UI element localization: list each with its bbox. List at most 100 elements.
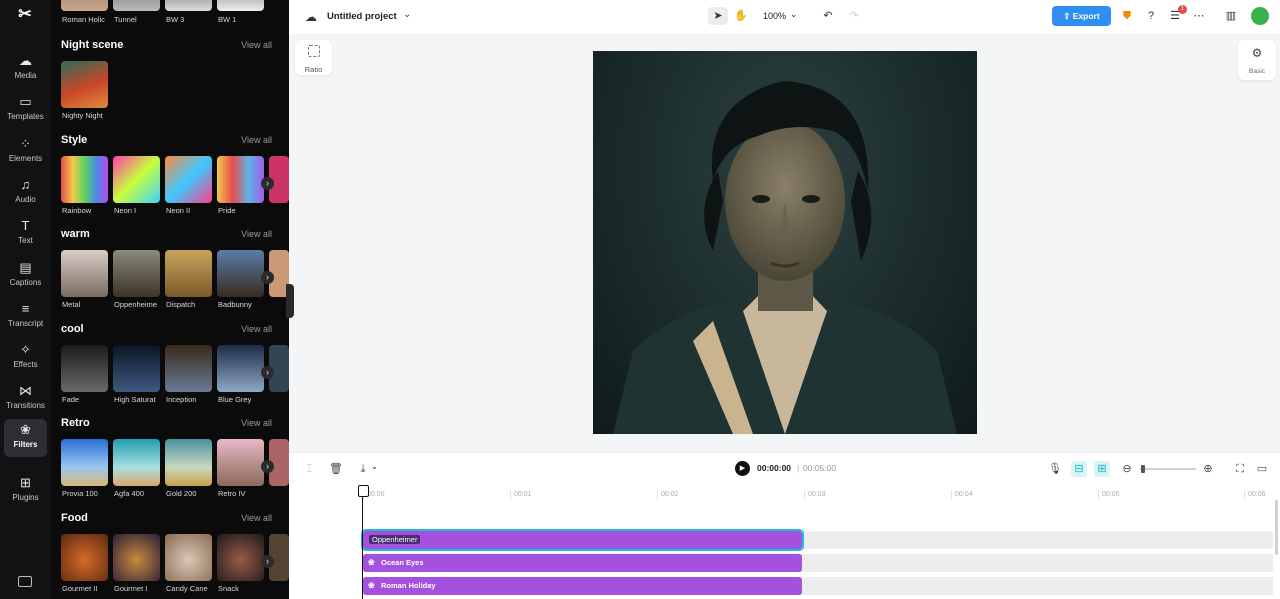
chevron-right-icon[interactable]: › xyxy=(261,555,274,568)
project-name[interactable]: Untitled project xyxy=(327,11,397,22)
rail-item-transitions[interactable]: ⋈ Transitions xyxy=(4,380,47,418)
view-all-link[interactable]: View all xyxy=(241,40,272,50)
section-title: Night scene xyxy=(61,39,124,51)
filter-thumb-inception[interactable] xyxy=(165,345,212,392)
filter-label: BW 1 xyxy=(218,15,237,24)
filter-thumb-rainbow[interactable] xyxy=(61,156,108,203)
filter-thumb-blue-grey[interactable] xyxy=(217,345,264,392)
cloud-sync-icon[interactable]: ☁ xyxy=(305,10,317,24)
filter-thumb-gold-200[interactable] xyxy=(165,439,212,486)
download-icon[interactable]: ⤓ xyxy=(355,461,371,477)
zoom-out-icon[interactable]: ⊖ xyxy=(1119,461,1135,477)
filter-label: Nighty Night xyxy=(62,111,103,120)
filter-label: Gold 200 xyxy=(166,489,197,498)
redo-button[interactable]: ↷ xyxy=(844,7,864,25)
rail-item-effects[interactable]: ✧ Effects xyxy=(4,339,47,377)
filter-thumb-badbunny[interactable] xyxy=(217,250,264,297)
filter-label: BW 3 xyxy=(166,15,185,24)
keyboard-shortcuts-icon[interactable] xyxy=(18,576,32,587)
view-all-link[interactable]: View all xyxy=(241,135,272,145)
rail-item-audio[interactable]: ♫ Audio xyxy=(4,174,47,212)
export-button[interactable]: ⇪ Export xyxy=(1052,6,1111,26)
clip-oppenheimer[interactable]: Oppenheimer xyxy=(361,529,804,551)
hand-pan-tool[interactable]: ✋ xyxy=(731,7,751,25)
video-preview-canvas[interactable] xyxy=(593,51,977,434)
filter-thumb-snack[interactable] xyxy=(217,534,264,581)
filter-thumb-oppenheimer[interactable] xyxy=(113,250,160,297)
filter-thumb-neon-ii[interactable] xyxy=(165,156,212,203)
undo-button[interactable]: ↶ xyxy=(818,7,838,25)
microphone-icon[interactable]: 🎙 xyxy=(1047,461,1063,477)
chevron-right-icon[interactable]: › xyxy=(261,366,274,379)
chevron-down-icon[interactable]: ⌄ xyxy=(403,9,411,20)
filter-thumb-gourmet-i[interactable] xyxy=(113,534,160,581)
shield-icon[interactable]: ⛊ xyxy=(1117,7,1137,25)
filter-thumb-agfa-400[interactable] xyxy=(113,439,160,486)
view-all-link[interactable]: View all xyxy=(241,513,272,523)
chevron-down-icon[interactable]: ⌄ xyxy=(790,9,798,20)
timeline-zoom-slider[interactable] xyxy=(1140,468,1196,470)
split-icon[interactable]: ⌶ xyxy=(301,461,317,477)
rail-item-text[interactable]: T Text xyxy=(4,215,47,253)
text-icon: T xyxy=(21,218,30,233)
capcut-logo[interactable]: ✂ xyxy=(13,4,37,26)
view-all-link[interactable]: View all xyxy=(241,229,272,239)
rail-item-templates[interactable]: ▭ Templates xyxy=(4,91,47,129)
filter-thumb-provia-100[interactable] xyxy=(61,439,108,486)
timeline-scrollbar[interactable] xyxy=(1275,500,1278,555)
filter-section-retro: Retro View all Provia 100 Agfa 400 Gold … xyxy=(51,417,289,511)
filter-thumb-nighty-night[interactable] xyxy=(61,61,108,108)
collapse-panel-handle[interactable] xyxy=(286,284,294,318)
filter-label: Inception xyxy=(166,395,197,404)
filter-thumb-tunnel[interactable] xyxy=(113,0,160,11)
filter-thumb-roman-holic[interactable] xyxy=(61,0,108,11)
filters-panel: Roman Holic Tunnel BW 3 BW 1 Night scene… xyxy=(51,0,289,599)
filter-label: Tunnel xyxy=(114,15,137,24)
more-menu-icon[interactable]: ⋯ xyxy=(1189,7,1209,25)
time-tick: 00:03 xyxy=(804,490,826,500)
clip-ocean-eyes[interactable]: ❀ Ocean Eyes xyxy=(363,554,802,572)
zoom-in-icon[interactable]: ⊕ xyxy=(1200,461,1216,477)
chevron-down-icon[interactable]: ⌄ xyxy=(371,462,378,471)
filter-thumb-metal[interactable] xyxy=(61,250,108,297)
time-tick: 00:06 xyxy=(1244,490,1266,500)
help-icon[interactable]: ? xyxy=(1141,7,1161,25)
ratio-button[interactable]: Ratio xyxy=(295,40,332,75)
delete-icon[interactable]: 🗑 xyxy=(328,461,344,477)
filter-thumb-fade[interactable] xyxy=(61,345,108,392)
clip-roman-holiday[interactable]: ❀ Roman Holiday xyxy=(363,577,802,595)
filter-thumb-bw3[interactable] xyxy=(165,0,212,11)
rail-item-captions[interactable]: ▤ Captions xyxy=(4,257,47,295)
fullscreen-icon[interactable]: ⛶ xyxy=(1232,461,1248,477)
filter-thumb-bw1[interactable] xyxy=(217,0,264,11)
rail-item-media[interactable]: ☁ Media xyxy=(4,50,47,88)
filter-thumb-gourmet-ii[interactable] xyxy=(61,534,108,581)
chevron-right-icon[interactable]: › xyxy=(261,271,274,284)
select-pointer-tool[interactable]: ➤ xyxy=(708,7,728,25)
layout-panel-icon[interactable]: ▥ xyxy=(1221,7,1241,25)
zoom-slider-handle[interactable] xyxy=(1141,465,1145,473)
rail-item-transcript[interactable]: ≡ Transcript xyxy=(4,298,47,336)
link-split-icon[interactable]: ⊞ xyxy=(1094,461,1110,477)
basic-properties-button[interactable]: ⚙ Basic xyxy=(1238,40,1276,80)
zoom-dropdown[interactable]: 100% xyxy=(763,11,786,21)
playhead[interactable] xyxy=(358,485,369,599)
filter-thumb-retro-iv[interactable] xyxy=(217,439,264,486)
user-avatar[interactable] xyxy=(1251,7,1269,25)
chevron-right-icon[interactable]: › xyxy=(261,177,274,190)
play-button[interactable]: ▶ xyxy=(735,461,750,476)
filter-thumb-neon-i[interactable] xyxy=(113,156,160,203)
filter-thumb-pride[interactable] xyxy=(217,156,264,203)
filter-thumb-high-saturation[interactable] xyxy=(113,345,160,392)
view-all-link[interactable]: View all xyxy=(241,418,272,428)
view-all-link[interactable]: View all xyxy=(241,324,272,334)
chevron-right-icon[interactable]: › xyxy=(261,460,274,473)
feedback-icon[interactable]: ▭ xyxy=(1254,461,1270,477)
rail-item-plugins[interactable]: ⊞ Plugins xyxy=(4,472,47,510)
rail-item-filters[interactable]: ❀ Filters xyxy=(4,419,47,457)
elements-icon: ⁘ xyxy=(20,136,31,151)
rail-item-elements[interactable]: ⁘ Elements xyxy=(4,133,47,171)
filter-thumb-dispatch[interactable] xyxy=(165,250,212,297)
filter-thumb-candy-cane[interactable] xyxy=(165,534,212,581)
magnet-snap-icon[interactable]: ⊟ xyxy=(1071,461,1087,477)
